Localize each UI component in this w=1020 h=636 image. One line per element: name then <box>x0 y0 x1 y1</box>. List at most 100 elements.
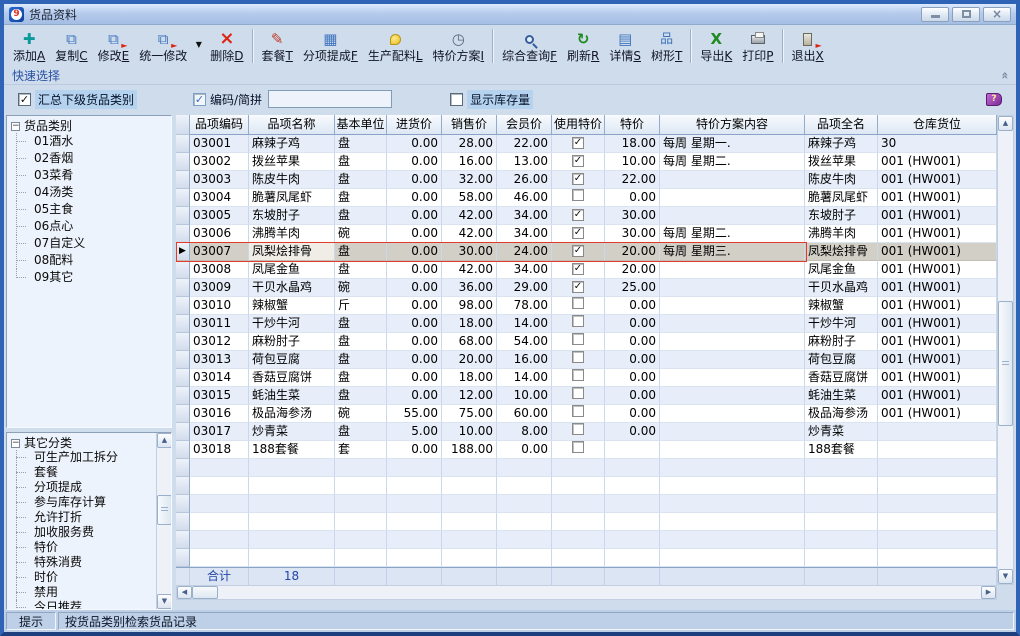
column-header[interactable]: 特价 <box>605 115 660 135</box>
unchecked-checkbox[interactable] <box>572 405 584 417</box>
dropdown-arrow-icon[interactable]: ▼ <box>192 27 205 61</box>
scroll-thumb[interactable] <box>192 586 218 599</box>
other-tree-item[interactable]: 参与库存计算 <box>7 495 171 510</box>
toolbar-refresh-button[interactable]: ↻刷新R <box>562 27 604 65</box>
panel-scrollbar[interactable]: ▲ ▼ <box>156 433 171 609</box>
table-row[interactable]: 03005东坡肘子盘0.0042.0034.00✓30.00东坡肘子001 (H… <box>176 207 1014 225</box>
unchecked-checkbox[interactable] <box>572 441 584 453</box>
unchecked-checkbox[interactable] <box>572 315 584 327</box>
toolbar-copy-button[interactable]: ⧉复制C <box>50 27 92 65</box>
table-empty-row[interactable] <box>176 549 1014 567</box>
help-book-icon[interactable]: ? <box>986 93 1002 106</box>
checked-checkbox[interactable]: ✓ <box>572 263 584 275</box>
column-header[interactable]: 特价方案内容 <box>660 115 805 135</box>
table-row[interactable]: 03017炒青菜盘5.0010.008.000.00炒青菜 <box>176 423 1014 441</box>
unchecked-checkbox[interactable] <box>572 333 584 345</box>
summarize-checkbox[interactable]: ✓ <box>18 93 31 106</box>
table-row[interactable]: 03010辣椒蟹斤0.0098.0078.000.00辣椒蟹001 (HW001… <box>176 297 1014 315</box>
table-row[interactable]: 03014香菇豆腐饼盘0.0018.0014.000.00香菇豆腐饼001 (H… <box>176 369 1014 387</box>
table-horizontal-scrollbar[interactable]: ◀ ▶ <box>176 585 997 600</box>
column-header[interactable]: 品项全名 <box>805 115 878 135</box>
column-header[interactable]: 销售价 <box>442 115 497 135</box>
category-tree-item[interactable]: 01酒水 <box>7 133 171 150</box>
table-vertical-scrollbar[interactable]: ▲ ▼ <box>997 115 1014 585</box>
toolbar-special-price-plan-button[interactable]: ◷特价方案I <box>428 27 490 65</box>
table-row[interactable]: 03004脆薯凤尾虾盘0.0058.0046.000.00脆薯凤尾虾001 (H… <box>176 189 1014 207</box>
scroll-up-icon[interactable]: ▲ <box>157 433 172 448</box>
toolbar-comprehensive-query-button[interactable]: 综合查询F <box>497 27 562 65</box>
other-tree-item[interactable]: 时价 <box>7 570 171 585</box>
checked-checkbox[interactable]: ✓ <box>572 281 584 293</box>
checked-checkbox[interactable]: ✓ <box>572 137 584 149</box>
table-row[interactable]: 03001麻辣子鸡盘0.0028.0022.00✓18.00每周 星期一.麻辣子… <box>176 135 1014 153</box>
table-row[interactable]: 03018188套餐套0.00188.000.00188套餐 <box>176 441 1014 459</box>
other-tree-item[interactable]: 特价 <box>7 540 171 555</box>
close-button[interactable]: × <box>983 7 1011 22</box>
unchecked-checkbox[interactable] <box>572 423 584 435</box>
toolbar-batch-edit-button[interactable]: ⧉►统一修改 <box>134 27 192 65</box>
other-tree-item[interactable]: 加收服务费 <box>7 525 171 540</box>
table-row[interactable]: 03011干炒牛河盘0.0018.0014.000.00干炒牛河001 (HW0… <box>176 315 1014 333</box>
scroll-right-icon[interactable]: ▶ <box>981 586 996 599</box>
toolbar-export-button[interactable]: X导出K <box>695 27 737 65</box>
other-tree-item[interactable]: 套餐 <box>7 465 171 480</box>
table-empty-row[interactable] <box>176 459 1014 477</box>
table-row[interactable]: 03013荷包豆腐盘0.0020.0016.000.00荷包豆腐001 (HW0… <box>176 351 1014 369</box>
table-row[interactable]: 03002拨丝苹果盘0.0016.0013.00✓10.00每周 星期二.拨丝苹… <box>176 153 1014 171</box>
category-tree-item[interactable]: 05主食 <box>7 201 171 218</box>
scroll-left-icon[interactable]: ◀ <box>177 586 192 599</box>
table-row[interactable]: ▶03007凤梨烩排骨盘0.0030.0024.00✓20.00每周 星期三.凤… <box>176 243 1014 261</box>
category-tree-item[interactable]: 02香烟 <box>7 150 171 167</box>
code-pinyin-checkbox[interactable]: ✓ <box>193 93 206 106</box>
scroll-thumb[interactable] <box>998 301 1013 426</box>
unchecked-checkbox[interactable] <box>572 369 584 381</box>
table-empty-row[interactable] <box>176 495 1014 513</box>
column-header[interactable]: 品项编码 <box>190 115 249 135</box>
category-tree-root[interactable]: −货品类别 <box>7 116 171 133</box>
other-tree-item[interactable]: 禁用 <box>7 585 171 600</box>
column-header[interactable]: 品项名称 <box>249 115 335 135</box>
category-tree-item[interactable]: 06点心 <box>7 218 171 235</box>
checked-checkbox[interactable]: ✓ <box>572 209 584 221</box>
category-tree-item[interactable]: 08配料 <box>7 252 171 269</box>
category-tree-item[interactable]: 04汤类 <box>7 184 171 201</box>
toolbar-edit-button[interactable]: ⧉►修改E <box>93 27 135 65</box>
table-row[interactable]: 03008凤尾金鱼盘0.0042.0034.00✓20.00凤尾金鱼001 (H… <box>176 261 1014 279</box>
collapse-box-icon[interactable]: − <box>11 439 20 448</box>
checked-checkbox[interactable]: ✓ <box>572 173 584 185</box>
checked-checkbox[interactable]: ✓ <box>572 245 584 257</box>
table-row[interactable]: 03003陈皮牛肉盘0.0032.0026.00✓22.00陈皮牛肉001 (H… <box>176 171 1014 189</box>
unchecked-checkbox[interactable] <box>572 387 584 399</box>
table-row[interactable]: 03009干贝水晶鸡碗0.0036.0029.00✓25.00干贝水晶鸡001 … <box>176 279 1014 297</box>
toolbar-production-ingredients-button[interactable]: 生产配料L <box>363 27 428 65</box>
table-empty-row[interactable] <box>176 477 1014 495</box>
code-pinyin-input[interactable] <box>268 90 392 108</box>
checked-checkbox[interactable]: ✓ <box>572 155 584 167</box>
scroll-down-icon[interactable]: ▼ <box>157 594 172 609</box>
toolbar-item-commission-button[interactable]: ▦分项提成F <box>298 27 363 65</box>
scroll-up-icon[interactable]: ▲ <box>998 116 1013 131</box>
toolbar-delete-button[interactable]: ×删除D <box>205 27 248 65</box>
table-empty-row[interactable] <box>176 531 1014 549</box>
maximize-button[interactable] <box>952 7 980 22</box>
other-tree-item[interactable]: 今日推荐 <box>7 600 171 610</box>
other-tree-item[interactable]: 可生产加工拆分 <box>7 450 171 465</box>
unchecked-checkbox[interactable] <box>572 351 584 363</box>
table-row[interactable]: 03012麻粉肘子盘0.0068.0054.000.00麻粉肘子001 (HW0… <box>176 333 1014 351</box>
category-tree-item[interactable]: 09其它 <box>7 269 171 286</box>
column-header[interactable]: 使用特价 <box>552 115 605 135</box>
other-tree-item[interactable]: 特殊消费 <box>7 555 171 570</box>
unchecked-checkbox[interactable] <box>572 189 584 201</box>
table-empty-row[interactable] <box>176 513 1014 531</box>
toolbar-print-button[interactable]: 打印P <box>737 27 778 65</box>
other-tree-item[interactable]: 允许打折 <box>7 510 171 525</box>
category-tree-item[interactable]: 07自定义 <box>7 235 171 252</box>
table-row[interactable]: 03016极品海参汤碗55.0075.0060.000.00极品海参汤001 (… <box>176 405 1014 423</box>
toolbar-details-button[interactable]: ▤详情S <box>604 27 646 65</box>
category-tree-item[interactable]: 03菜肴 <box>7 167 171 184</box>
collapse-box-icon[interactable]: − <box>11 122 20 131</box>
toolbar-exit-button[interactable]: ►退出X <box>787 27 829 65</box>
unchecked-checkbox[interactable] <box>572 297 584 309</box>
column-header[interactable]: 会员价 <box>497 115 552 135</box>
toolbar-add-button[interactable]: ✚添加A <box>8 27 50 65</box>
